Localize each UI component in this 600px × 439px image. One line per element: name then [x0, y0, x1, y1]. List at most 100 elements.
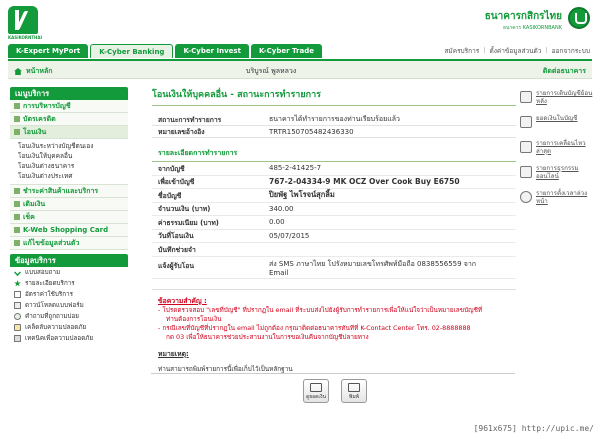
quick-link-online-transactions[interactable]: รายการธุรกรรมออนไลน์ [520, 165, 594, 190]
clock-icon [520, 191, 532, 203]
detail-row-memo: บันทึกช่วยจำ [152, 243, 516, 257]
tab-k-cyber-trade[interactable]: K-Cyber Trade [250, 44, 322, 58]
bank-seal-icon [568, 7, 590, 29]
detail-title: รายละเอียดการทำรายการ [152, 148, 516, 162]
sidebar-item-label: เช็ค [23, 212, 35, 221]
view-balance-button[interactable]: ดูยอดเงิน [303, 379, 329, 403]
service-survey[interactable]: แบบสอบถาม [10, 267, 128, 278]
home-icon [14, 68, 22, 75]
page-title: โอนเงินให้บุคคลอื่น - สถานะการทำรายการ [152, 87, 516, 106]
tab-k-cyber-invest[interactable]: K-Cyber Invest [175, 44, 249, 58]
submenu-other-person[interactable]: โอนเงินให้บุคคลอื่น [18, 151, 128, 161]
status-row: สถานะการทำรายการ ธนาคารได้ทำรายการของท่า… [152, 114, 516, 126]
link-separator: | [545, 46, 548, 54]
tab-k-expert-myport[interactable]: K-Expert MyPort [8, 44, 89, 58]
notice-line: - โปรดตรวจสอบ "เลขที่บัญชี" ที่ปรากฏใน e… [158, 305, 483, 314]
star-icon [14, 280, 21, 287]
link-separator: | [483, 46, 486, 54]
detail-row-amount: จำนวนเงิน (บาท) 340.00 [152, 203, 516, 216]
settings-link[interactable]: ตั้งค่าข้อมูลส่วนตัว [489, 46, 541, 56]
detail-row-account-name: ชื่อบัญชี ปิยพัฐ ไพโรจน์สุกลิ้ม [152, 189, 516, 203]
sidebar-item-top-up[interactable]: เติมเงิน [10, 198, 128, 211]
service-label: ดาวน์โหลดแบบฟอร์ม [25, 302, 84, 309]
detail-value: 485-2-41425-7 [269, 164, 322, 173]
checkmark-icon [14, 269, 21, 276]
detail-label: ค่าธรรมเนียม (บาท) [158, 218, 219, 227]
form-icon [14, 302, 21, 309]
service-security-tips[interactable]: เคล็ดลับความปลอดภัย [10, 322, 128, 333]
detail-label: ชื่อบัญชี [158, 191, 182, 200]
services-title: ข้อมูลบริการ [10, 254, 128, 267]
detail-label: วันที่โอนเงิน [158, 232, 194, 241]
submenu-international[interactable]: โอนเงินต่างประเทศ [18, 171, 128, 181]
sidebar-item-label: การบริหารบัญชี [23, 101, 71, 110]
detail-row-from-account: จากบัญชี 485-2-41425-7 [152, 162, 516, 176]
kasikorn-logo[interactable]: KASIKORNTHAI [8, 6, 42, 40]
remark: หมายเหตุ: ท่านสามารถพิมพ์รายการนี้เพื่อเ… [152, 348, 516, 374]
notice-line: - กรณีเลขที่บัญชีที่ปรากฏใน email ไม่ถูก… [158, 323, 471, 332]
service-faq[interactable]: คำถามที่ถูกถามบ่อย [10, 311, 128, 322]
top-navigation: K-Expert MyPort K-Cyber Banking K-Cyber … [8, 44, 322, 58]
sidebar-item-label: เติมเงิน [23, 199, 46, 208]
quick-link-scheduled-transactions[interactable]: รายการตั้งเวลาล่วงหน้า [520, 190, 594, 215]
service-label: เคล็ดลับความปลอดภัย [25, 324, 87, 331]
reference-row: หมายเลขอ้างอิง TRTR150705482436330 [152, 126, 516, 138]
sidebar-item-shopping-card[interactable]: K-Web Shopping Card [10, 224, 128, 237]
service-label: เทคนิคเพื่อความปลอดภัย [25, 335, 94, 342]
sidebar-item-cheque[interactable]: เช็ค [10, 211, 128, 224]
quick-link-balance[interactable]: ยอดเงินในบัญชี [520, 115, 594, 140]
bullet-icon [14, 103, 20, 109]
service-label: คำถามที่ถูกถามบ่อย [25, 313, 79, 320]
service-download[interactable]: ดาวน์โหลดแบบฟอร์ม [10, 300, 128, 311]
calendar-icon [520, 91, 532, 103]
tab-k-cyber-banking[interactable]: K-Cyber Banking [90, 44, 174, 58]
print-button[interactable]: พิมพ์ [341, 379, 367, 403]
home-label: หน้าหลัก [26, 67, 53, 75]
detail-row-date: วันที่โอนเงิน 05/07/2015 [152, 230, 516, 243]
sub-bar: หน้าหลัก บริบูรณ์ พูลหลวง ติดต่อธนาคาร [8, 59, 592, 79]
list-icon [520, 141, 532, 153]
sidebar-item-credit-card[interactable]: บัตรเครดิต [10, 113, 128, 126]
user-name: บริบูรณ์ พูลหลวง [246, 67, 297, 75]
detail-value: ส่ง SMS ภาษาไทย โปรังหมายเลขโทรศัพท์มือถ… [269, 259, 477, 277]
bullet-icon [14, 214, 20, 220]
submenu-own-account[interactable]: โอนเงินระหว่างบัญชีตนเอง [18, 141, 128, 151]
sidebar-item-transfer[interactable]: โอนเงิน [10, 126, 128, 139]
k-logo-icon [8, 6, 38, 34]
logo-text: KASIKORNTHAI [8, 35, 42, 40]
register-link[interactable]: สมัครบริการ [444, 46, 479, 56]
quick-link-recent-transactions[interactable]: รายการเคลื่อนไหวล่าสุด [520, 140, 594, 165]
quick-link-label: รายการตั้งเวลาล่วงหน้า [536, 190, 588, 205]
bullet-icon [14, 227, 20, 233]
sidebar-item-edit-profile[interactable]: แก้ไขข้อมูลส่วนตัว [10, 237, 128, 250]
logout-link[interactable]: ออกจากระบบ [552, 46, 590, 56]
bullet-icon [14, 201, 20, 207]
sidebar-item-label: โอนเงิน [23, 127, 47, 136]
service-details[interactable]: รายละเอียดบริการ [10, 278, 128, 289]
bullet-icon [14, 129, 20, 135]
detail-label: บันทึกช่วยจำ [158, 245, 196, 254]
detail-row-notify: แจ้งผู้รับโอน ส่ง SMS ภาษาไทย โปรังหมายเล… [152, 257, 516, 279]
sidebar-item-label: K-Web Shopping Card [23, 225, 109, 234]
submenu-other-bank[interactable]: โอนเงินต่างธนาคาร [18, 161, 128, 171]
contact-bank-link[interactable]: ติดต่อธนาคาร [543, 66, 586, 77]
quick-link-statement-history[interactable]: รายการเดินบัญชีย้อนหลัง [520, 90, 594, 115]
home-link[interactable]: หน้าหลัก [14, 66, 52, 77]
service-security-techniques[interactable]: เทคนิคเพื่อความปลอดภัย [10, 333, 128, 344]
balance-icon [310, 383, 322, 392]
detail-label: แจ้งผู้รับโอน [158, 261, 195, 270]
detail-label: จำนวนเงิน (บาท) [158, 205, 211, 214]
bank-name-th: ธนาคารกสิกรไทย [484, 11, 562, 22]
sidebar-item-bill-payment[interactable]: ชำระค่าสินค้าและบริการ [10, 185, 128, 198]
main-content: โอนเงินให้บุคคลอื่น - สถานะการทำรายการ ส… [152, 87, 516, 374]
computer-icon [520, 166, 532, 178]
status-label: สถานะการทำรายการ [158, 116, 222, 124]
service-fees[interactable]: อัตราค่าใช้บริการ [10, 289, 128, 300]
print-label: พิมพ์ [349, 394, 359, 400]
detail-value: ปิยพัฐ ไพโรจน์สุกลิ้ม [269, 190, 335, 200]
action-bar: ดูยอดเงิน พิมพ์ [151, 373, 515, 407]
printer-icon [348, 383, 360, 392]
detail-value: 767-2-04334-9 MK OCZ Over Cook Buy E6750 [269, 177, 460, 187]
notice-line: กด 03 เพื่อให้ธนาคารช่วยประสานงานในการขอ… [166, 332, 369, 341]
sidebar-item-account-management[interactable]: การบริหารบัญชี [10, 100, 128, 113]
